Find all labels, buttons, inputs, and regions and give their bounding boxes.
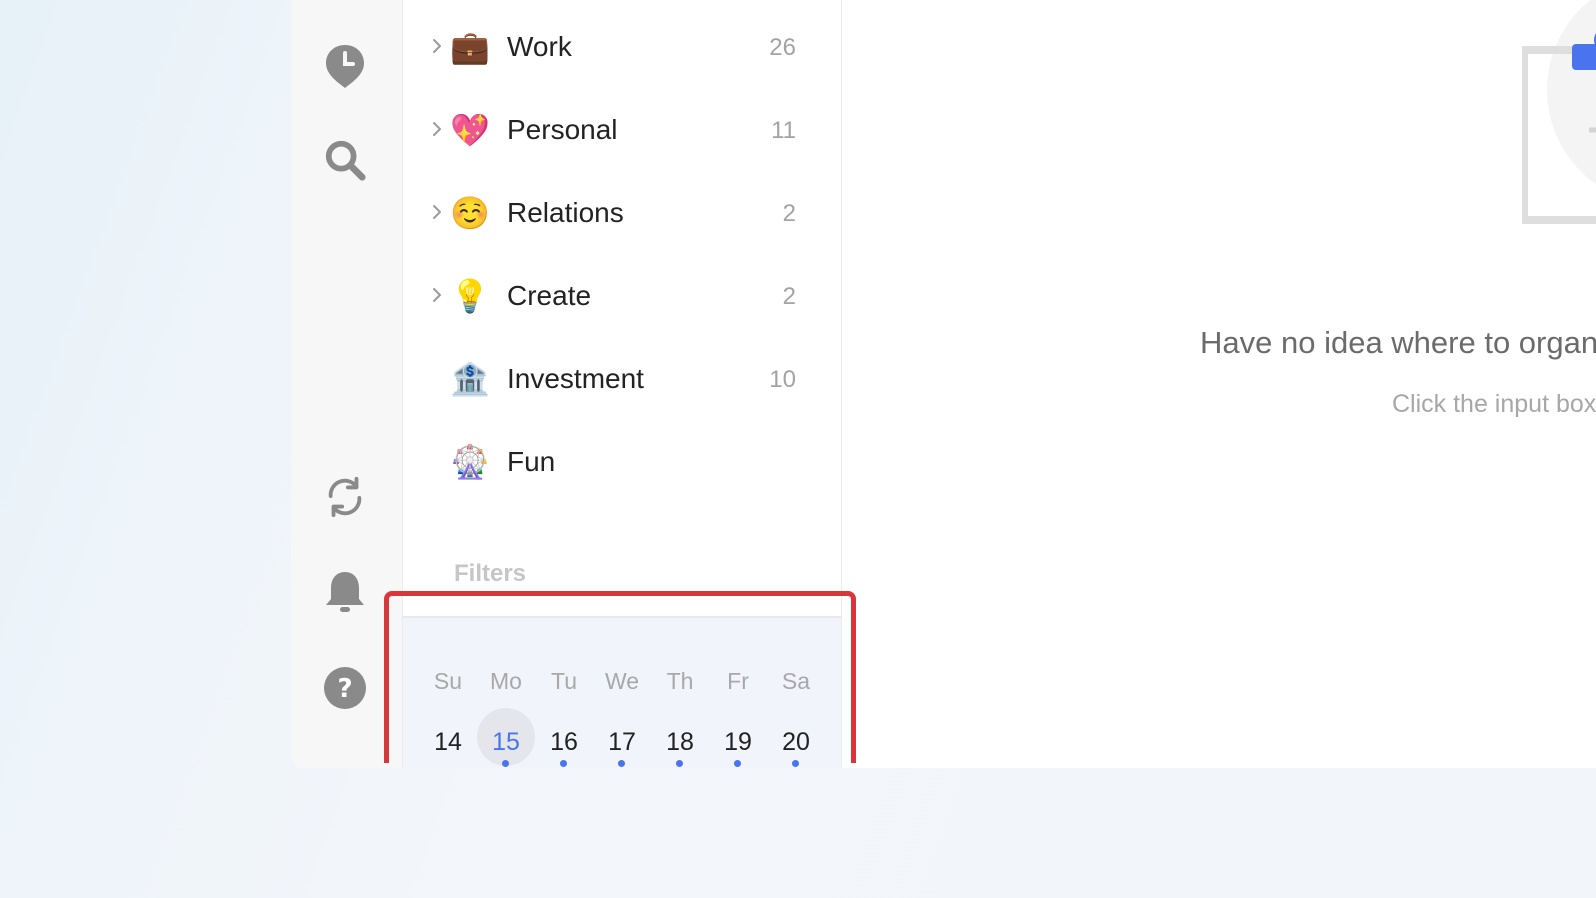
bell-icon[interactable] — [323, 570, 367, 614]
list-item-create[interactable]: 💡 Create 2 — [403, 253, 841, 337]
list-emoji-icon: 🎡 — [450, 443, 490, 481]
list-label: Relations — [507, 197, 624, 228]
list-emoji-icon: ☺️ — [450, 194, 490, 232]
chevron-right-icon[interactable] — [430, 119, 444, 139]
sync-icon[interactable] — [323, 475, 367, 519]
list-count: 2 — [782, 283, 796, 310]
list-count: 11 — [771, 117, 796, 144]
filters-heading[interactable]: Filters — [454, 560, 526, 588]
main-content: Have no idea where to organize the tasks… — [842, 0, 1596, 768]
list-item-investment[interactable]: 🏦 Investment 10 — [403, 336, 841, 420]
list-label: Work — [507, 31, 572, 62]
list-item-personal[interactable]: 💖 Personal 11 — [403, 87, 841, 171]
svg-text:?: ? — [337, 674, 352, 704]
list-item-fun[interactable]: 🎡 Fun — [403, 419, 841, 503]
search-icon[interactable] — [323, 138, 367, 182]
list-count: 26 — [769, 34, 796, 61]
chevron-right-icon[interactable] — [430, 202, 444, 222]
clock-icon[interactable] — [323, 44, 367, 88]
chevron-right-icon[interactable] — [430, 285, 444, 305]
list-label: Create — [507, 280, 592, 311]
help-icon[interactable]: ? — [323, 666, 367, 710]
chevron-right-icon[interactable] — [430, 36, 444, 56]
list-emoji-icon: 💡 — [450, 277, 490, 315]
list-label: Fun — [507, 446, 556, 477]
empty-state-title: Have no idea where to organize the tasks… — [1200, 325, 1596, 360]
list-item-work[interactable]: 💼 Work 26 — [403, 4, 841, 88]
list-emoji-icon: 💼 — [450, 28, 490, 66]
list-label: Personal — [507, 114, 618, 145]
list-emoji-icon: 💖 — [450, 111, 490, 149]
list-label: Investment — [507, 363, 644, 394]
calendar-highlight-box — [384, 591, 856, 763]
empty-state-subtitle: Click the input box to write them down. — [1392, 390, 1596, 418]
list-emoji-icon: 🏦 — [450, 360, 490, 398]
list-item-relations[interactable]: ☺️ Relations 2 — [403, 170, 841, 254]
list-count: 10 — [769, 366, 796, 393]
list-count: 2 — [782, 200, 796, 227]
clipboard-illustration — [1520, 0, 1596, 245]
